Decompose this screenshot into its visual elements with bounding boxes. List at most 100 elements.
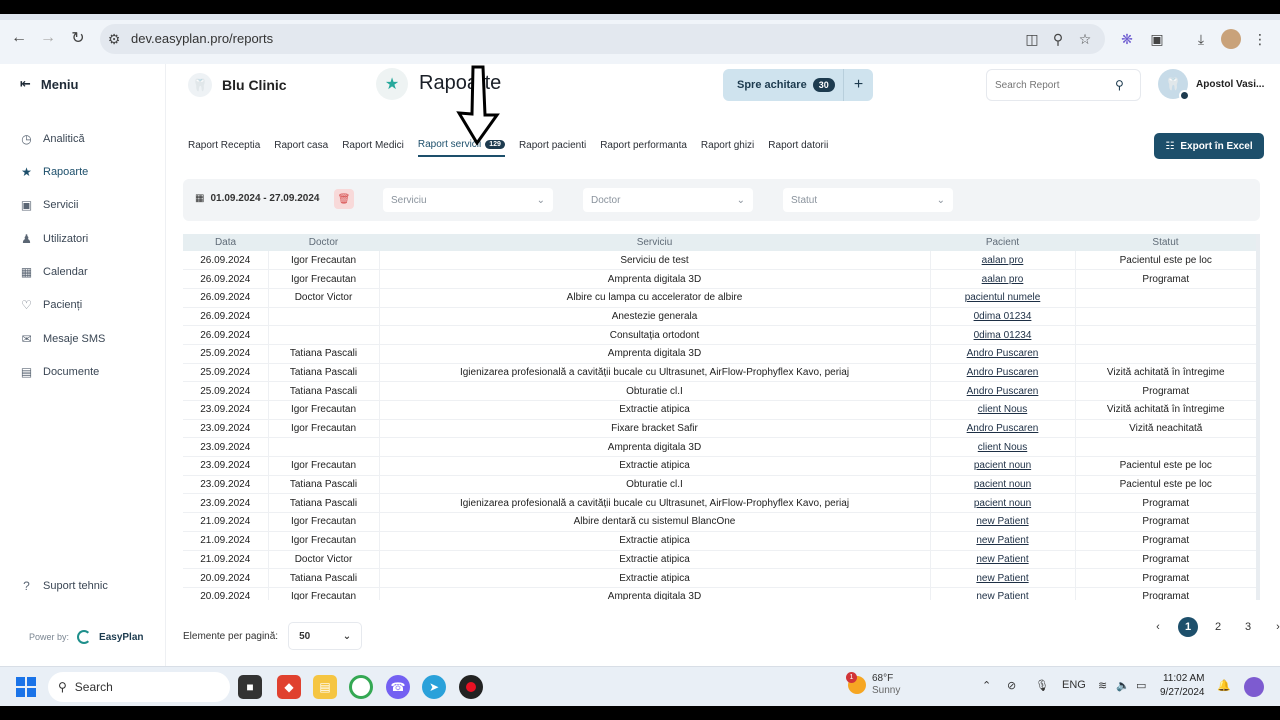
patient-link[interactable]: new Patient <box>929 587 1075 600</box>
wifi-icon[interactable]: ≋ <box>1098 679 1107 692</box>
profile-avatar[interactable] <box>1221 29 1241 49</box>
clinic-name: Blu Clinic <box>222 77 287 93</box>
tab-raport-ghizi[interactable]: Raport ghizi <box>701 139 754 157</box>
patient-link[interactable]: pacient noun <box>929 493 1075 514</box>
menu-toggle[interactable]: ⇤ Meniu <box>20 76 78 92</box>
taskbar-search[interactable]: ⚲ Search <box>48 672 230 702</box>
sidebar-item-analitica[interactable]: ◷ Analitică <box>20 132 84 146</box>
zoom-icon[interactable]: ⚲ <box>1048 29 1068 49</box>
weather-widget[interactable]: 1 68°F Sunny <box>846 672 900 697</box>
tab-raport-pacienti[interactable]: Raport pacienti <box>519 139 586 157</box>
recorder-icon[interactable] <box>459 675 483 699</box>
site-settings-icon[interactable]: ⚙ <box>104 29 124 49</box>
status-select[interactable]: Statut ⌄ <box>783 188 953 212</box>
patient-link[interactable]: new Patient <box>929 531 1075 551</box>
viber-icon[interactable]: ☎ <box>386 675 410 699</box>
clinic-selector[interactable]: 🦷 Blu Clinic ⌄ <box>188 73 385 97</box>
microphone-icon[interactable]: 🎙 <box>1035 679 1049 692</box>
trash-icon[interactable]: 🗑 <box>334 189 354 209</box>
tab-raport-casa[interactable]: Raport casa <box>274 139 328 157</box>
date-range-picker[interactable]: ▦ 01.09.2024 - 27.09.2024 <box>195 193 319 204</box>
chevron-right-icon[interactable]: › <box>1268 617 1280 637</box>
patient-link[interactable]: Andro Puscaren <box>929 419 1075 439</box>
anydesk-icon[interactable]: ◆ <box>277 675 301 699</box>
browser-menu-icon[interactable]: ⋮ <box>1250 29 1270 49</box>
export-excel-button[interactable]: ☷ Export în Excel <box>1154 133 1264 159</box>
service-cell: Extractie atipica <box>378 400 930 420</box>
status-cell <box>1074 437 1256 458</box>
sidebar-item-pacienti[interactable]: ♡ Pacienți <box>20 298 82 312</box>
translate-icon[interactable]: ◫ <box>1022 29 1042 49</box>
url-text[interactable]: dev.easyplan.pro/reports <box>131 31 273 46</box>
patient-link[interactable]: Andro Puscaren <box>929 344 1075 364</box>
download-icon[interactable]: ⤓ <box>1191 29 1211 49</box>
sidebar-item-rapoarte[interactable]: ★ Rapoarte <box>20 165 88 179</box>
forward-icon[interactable]: → <box>37 27 59 49</box>
language-indicator[interactable]: ENG <box>1062 679 1086 691</box>
clock[interactable]: 11:02 AM 9/27/2024 <box>1160 672 1205 700</box>
patient-link[interactable]: pacientul numele <box>929 288 1075 308</box>
tab-raport-receptia[interactable]: Raport Receptia <box>188 139 260 157</box>
tab-raport-performanta[interactable]: Raport performanta <box>600 139 687 157</box>
telegram-icon[interactable]: ➤ <box>422 675 446 699</box>
patient-link[interactable]: Andro Puscaren <box>929 363 1075 383</box>
service-select[interactable]: Serviciu ⌄ <box>383 188 553 212</box>
user-menu[interactable]: 🦷 Apostol Vasi... <box>1158 69 1264 101</box>
patient-link[interactable]: 0dima 01234 <box>929 307 1075 327</box>
folder-icon[interactable]: ▤ <box>313 675 337 699</box>
clock-time: 11:02 AM <box>1162 673 1205 684</box>
status-cell: Vizită achitată în întregime <box>1074 400 1256 420</box>
sidebar-item-servicii[interactable]: ▣ Servicii <box>20 198 79 212</box>
patient-link[interactable]: new Patient <box>929 568 1075 588</box>
file-explorer-dark-icon[interactable]: ■ <box>238 675 262 699</box>
sidebar-item-calendar[interactable]: ▦ Calendar <box>20 265 88 279</box>
per-page-select[interactable]: 50 ⌄ <box>288 622 363 650</box>
chevron-up-icon[interactable]: ⌃ <box>982 679 991 692</box>
per-page-value: 50 <box>299 630 311 642</box>
patient-link[interactable]: new Patient <box>929 550 1075 570</box>
report-table-container[interactable]: Data Doctor Serviciu Pacient Statut 26.09.20… <box>183 234 1260 600</box>
chrome-icon[interactable] <box>349 675 373 699</box>
patient-link[interactable]: pacient noun <box>929 456 1075 476</box>
volume-icon[interactable]: 🔈 <box>1116 679 1130 692</box>
page-button-1[interactable]: 1 <box>1178 617 1198 637</box>
pay-button[interactable]: Spre achitare 30 + <box>723 69 873 101</box>
copilot-icon[interactable] <box>1244 677 1264 697</box>
tab-raport-medici[interactable]: Raport Medici <box>342 139 404 157</box>
patient-link[interactable]: 0dima 01234 <box>929 325 1075 345</box>
status-select-placeholder: Statut <box>791 194 818 206</box>
page-button-3[interactable]: 3 <box>1238 617 1258 637</box>
chevron-left-icon[interactable]: ‹ <box>1148 617 1168 637</box>
sidebar-item-documente[interactable]: ▤ Documente <box>20 365 100 379</box>
sidebar-item-utilizatori[interactable]: ♟ Utilizatori <box>20 232 88 246</box>
doctor-select[interactable]: Doctor ⌄ <box>583 188 753 212</box>
notification-bell-icon[interactable]: 🔔 <box>1217 679 1231 692</box>
reload-icon[interactable]: ↻ <box>67 27 89 49</box>
collapse-icon[interactable]: ⇤ <box>20 76 31 92</box>
search-input[interactable] <box>995 79 1115 91</box>
battery-icon[interactable]: ▭ <box>1136 679 1146 692</box>
patient-link[interactable]: Andro Puscaren <box>929 381 1075 401</box>
patient-link[interactable]: aalan pro <box>929 269 1075 289</box>
back-icon[interactable]: ← <box>8 27 30 49</box>
search-icon[interactable]: ⚲ <box>1115 78 1124 92</box>
patient-link[interactable]: pacient noun <box>929 475 1075 495</box>
tab-raport-datorii[interactable]: Raport datorii <box>768 139 828 157</box>
extension-gem-icon[interactable]: ❋ <box>1117 29 1137 49</box>
sidebar-item-support[interactable]: ? Suport tehnic <box>20 579 108 593</box>
network-off-icon[interactable]: ⊘ <box>1007 679 1016 692</box>
windows-start-icon[interactable] <box>16 677 36 697</box>
sidebar-item-mesaje-sms[interactable]: ✉ Mesaje SMS <box>20 332 105 346</box>
patient-link[interactable]: client Nous <box>929 437 1075 458</box>
page-button-2[interactable]: 2 <box>1208 617 1228 637</box>
bookmark-star-icon[interactable]: ☆ <box>1075 29 1095 49</box>
search-box[interactable]: ⚲ <box>986 69 1141 101</box>
patient-link[interactable]: client Nous <box>929 400 1075 420</box>
extensions-puzzle-icon[interactable]: ▣ <box>1147 29 1167 49</box>
powered-by-label: Power by: <box>29 632 70 642</box>
patient-link[interactable]: new Patient <box>929 512 1075 532</box>
table-scrollbar[interactable] <box>1256 236 1260 376</box>
patient-link[interactable]: aalan pro <box>929 251 1075 271</box>
plus-icon[interactable]: + <box>843 69 873 101</box>
sidebar-item-label: Documente <box>43 365 100 378</box>
